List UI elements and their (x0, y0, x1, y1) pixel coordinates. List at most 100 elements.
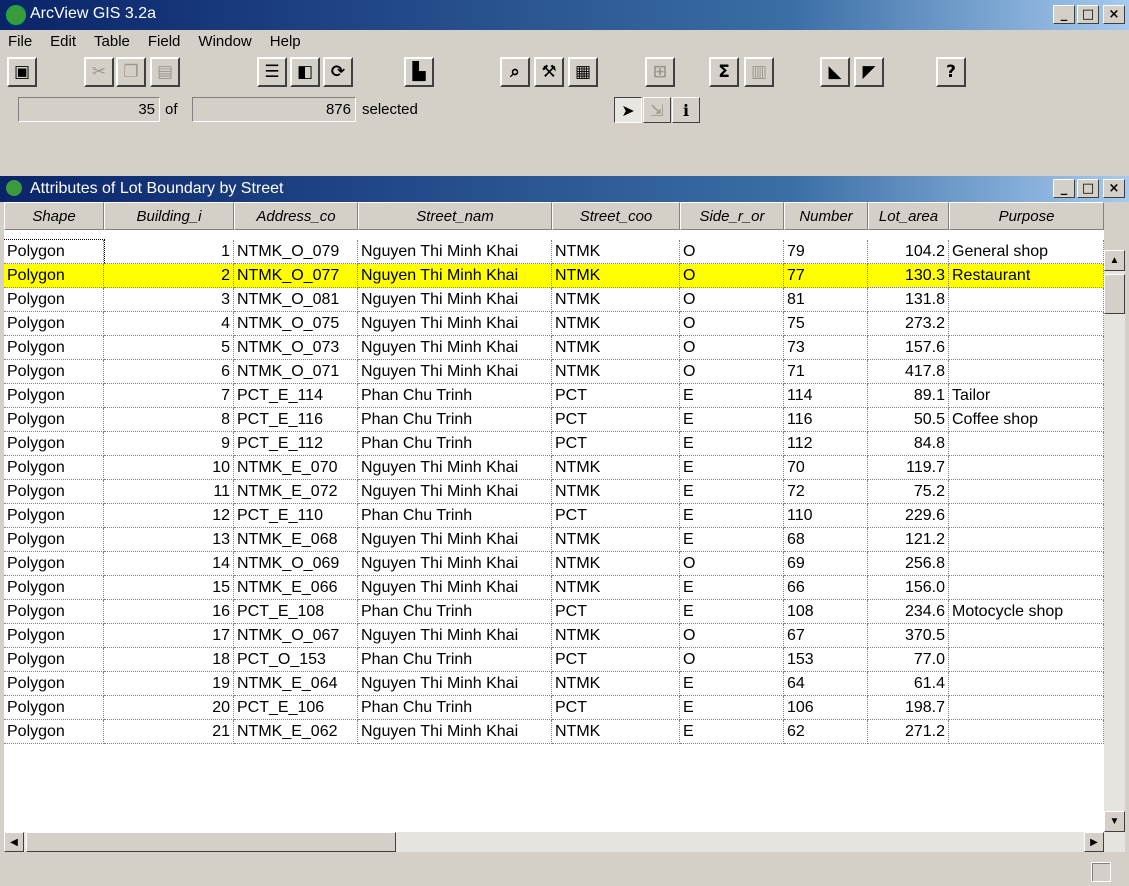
cell-address-code[interactable]: NTMK_O_073 (234, 336, 358, 360)
select-all-button[interactable]: ◧ (290, 57, 320, 87)
cell-building-id[interactable]: 3 (104, 288, 234, 312)
cell-street-name[interactable]: Phan Chu Trinh (358, 600, 552, 624)
cell-number[interactable]: 153 (784, 648, 868, 672)
cell-shape[interactable]: Polygon (4, 336, 104, 360)
refresh-button[interactable]: ⟳ (323, 57, 353, 87)
cell-shape[interactable]: Polygon (4, 504, 104, 528)
table-row[interactable]: Polygon 9 PCT_E_112 Phan Chu Trinh PCT E 112 84… (4, 432, 1104, 456)
cell-street-code[interactable]: PCT (552, 408, 680, 432)
cell-street-code[interactable]: NTMK (552, 480, 680, 504)
cell-building-id[interactable]: 9 (104, 432, 234, 456)
cell-purpose[interactable] (949, 312, 1104, 336)
table-row[interactable]: Polygon 19 NTMK_E_064 Nguyen Thi Minh Khai N… (4, 672, 1104, 696)
cell-side[interactable]: O (680, 264, 784, 288)
cell-shape[interactable]: Polygon (4, 264, 104, 288)
table-row[interactable]: Polygon 21 NTMK_E_062 Nguyen Thi Minh Khai N… (4, 720, 1104, 744)
scroll-left-button[interactable]: ◀ (4, 832, 24, 852)
scroll-up-button[interactable]: ▲ (1104, 250, 1125, 271)
cell-building-id[interactable]: 10 (104, 456, 234, 480)
cell-number[interactable]: 108 (784, 600, 868, 624)
table-row[interactable]: Polygon 17 NTMK_O_067 Nguyen Thi Minh Khai N… (4, 624, 1104, 648)
sort-ascending-button[interactable]: ◣ (820, 57, 850, 87)
cell-shape[interactable]: Polygon (4, 384, 104, 408)
identify-tool[interactable]: ℹ (672, 97, 700, 123)
cell-purpose[interactable] (949, 552, 1104, 576)
cell-address-code[interactable]: NTMK_O_071 (234, 360, 358, 384)
vertical-scroll-thumb[interactable] (1104, 274, 1125, 314)
cell-street-code[interactable]: NTMK (552, 552, 680, 576)
cell-lot-area[interactable]: 50.5 (868, 408, 949, 432)
cell-number[interactable]: 71 (784, 360, 868, 384)
cell-address-code[interactable]: NTMK_E_072 (234, 480, 358, 504)
cell-street-code[interactable]: NTMK (552, 312, 680, 336)
cell-number[interactable]: 114 (784, 384, 868, 408)
paste-button[interactable]: ▤ (150, 57, 180, 87)
cell-lot-area[interactable]: 130.3 (868, 264, 949, 288)
table-row[interactable]: Polygon 14 NTMK_O_069 Nguyen Thi Minh Khai N… (4, 552, 1104, 576)
menu-edit[interactable]: Edit (42, 30, 86, 54)
cell-building-id[interactable]: 16 (104, 600, 234, 624)
table-row[interactable]: Polygon 12 PCT_E_110 Phan Chu Trinh PCT E 110 2… (4, 504, 1104, 528)
cell-address-code[interactable]: NTMK_O_077 (234, 264, 358, 288)
cell-side[interactable]: E (680, 432, 784, 456)
help-button[interactable]: ? (936, 57, 966, 87)
cell-shape[interactable]: Polygon (4, 288, 104, 312)
cell-building-id[interactable]: 17 (104, 624, 234, 648)
table-minimize-button[interactable]: _ (1053, 179, 1075, 198)
cell-building-id[interactable]: 8 (104, 408, 234, 432)
cell-street-name[interactable]: Phan Chu Trinh (358, 648, 552, 672)
cell-street-code[interactable]: NTMK (552, 528, 680, 552)
cell-shape[interactable]: Polygon (4, 648, 104, 672)
cell-street-name[interactable]: Nguyen Thi Minh Khai (358, 672, 552, 696)
cell-address-code[interactable]: NTMK_O_069 (234, 552, 358, 576)
cell-side[interactable]: O (680, 312, 784, 336)
cell-building-id[interactable]: 7 (104, 384, 234, 408)
cell-street-code[interactable]: NTMK (552, 264, 680, 288)
table-row[interactable]: Polygon 5 NTMK_O_073 Nguyen Thi Minh Khai NT… (4, 336, 1104, 360)
cell-street-name[interactable]: Nguyen Thi Minh Khai (358, 576, 552, 600)
cell-shape[interactable]: Polygon (4, 720, 104, 744)
cell-shape[interactable]: Polygon (4, 576, 104, 600)
cell-address-code[interactable]: PCT_E_106 (234, 696, 358, 720)
cell-lot-area[interactable]: 370.5 (868, 624, 949, 648)
cell-lot-area[interactable]: 157.6 (868, 336, 949, 360)
cell-number[interactable]: 68 (784, 528, 868, 552)
cell-building-id[interactable]: 19 (104, 672, 234, 696)
cell-shape[interactable]: Polygon (4, 528, 104, 552)
cell-building-id[interactable]: 14 (104, 552, 234, 576)
cell-number[interactable]: 112 (784, 432, 868, 456)
cell-number[interactable]: 73 (784, 336, 868, 360)
cell-purpose[interactable] (949, 336, 1104, 360)
cell-lot-area[interactable]: 234.6 (868, 600, 949, 624)
cell-side[interactable]: E (680, 480, 784, 504)
cell-building-id[interactable]: 2 (104, 264, 234, 288)
cell-street-name[interactable]: Phan Chu Trinh (358, 504, 552, 528)
cell-building-id[interactable]: 18 (104, 648, 234, 672)
chart-button[interactable]: ▙ (404, 57, 434, 87)
column-header-street-name[interactable]: Street_nam (358, 202, 552, 230)
cell-building-id[interactable]: 5 (104, 336, 234, 360)
cell-purpose[interactable] (949, 504, 1104, 528)
cell-purpose[interactable] (949, 624, 1104, 648)
cell-purpose[interactable] (949, 288, 1104, 312)
cell-purpose[interactable] (949, 720, 1104, 744)
table-row[interactable]: Polygon 2 NTMK_O_077 Nguyen Thi Minh Khai NT… (4, 264, 1104, 288)
cell-side[interactable]: O (680, 240, 784, 264)
table-row[interactable]: Polygon 16 PCT_E_108 Phan Chu Trinh PCT E 108 2… (4, 600, 1104, 624)
table-row[interactable]: Polygon 4 NTMK_O_075 Nguyen Thi Minh Khai NT… (4, 312, 1104, 336)
table-row[interactable]: Polygon 10 NTMK_E_070 Nguyen Thi Minh Khai N… (4, 456, 1104, 480)
cell-address-code[interactable]: NTMK_O_081 (234, 288, 358, 312)
cell-purpose[interactable] (949, 672, 1104, 696)
scroll-right-button[interactable]: ▶ (1084, 832, 1104, 852)
cut-button[interactable]: ✂ (84, 57, 114, 87)
menu-file[interactable]: File (0, 30, 42, 54)
cell-street-code[interactable]: NTMK (552, 360, 680, 384)
cell-side[interactable]: O (680, 288, 784, 312)
cell-purpose[interactable] (949, 696, 1104, 720)
maximize-button[interactable]: □ (1077, 5, 1099, 24)
cell-building-id[interactable]: 20 (104, 696, 234, 720)
cell-number[interactable]: 72 (784, 480, 868, 504)
cell-street-code[interactable]: NTMK (552, 288, 680, 312)
cell-street-name[interactable]: Nguyen Thi Minh Khai (358, 720, 552, 744)
cell-number[interactable]: 106 (784, 696, 868, 720)
